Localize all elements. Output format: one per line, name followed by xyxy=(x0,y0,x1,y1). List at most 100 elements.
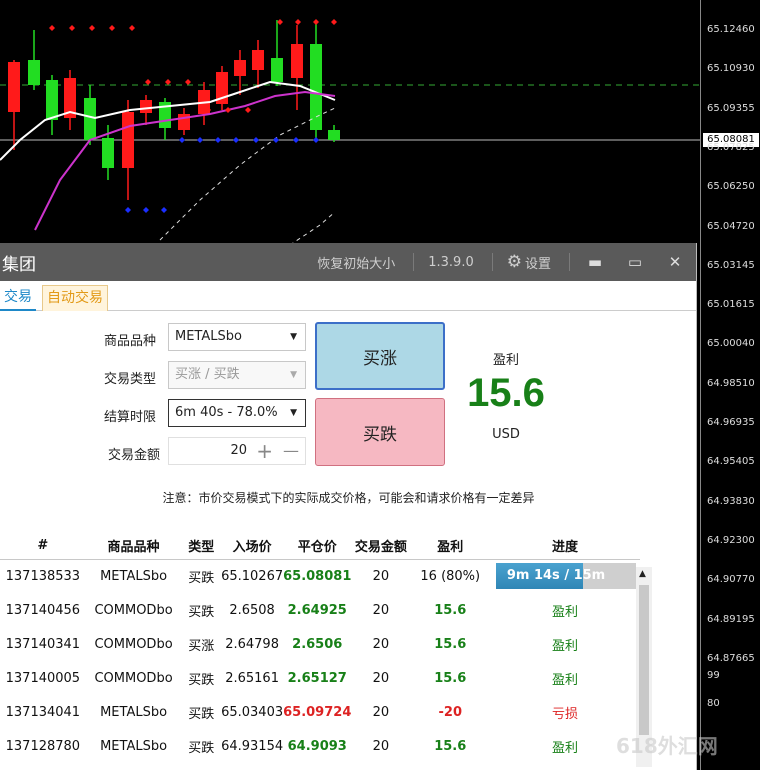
scroll-thumb[interactable] xyxy=(639,585,649,735)
resistance-dot xyxy=(69,25,75,31)
price-tick-label: 64.90770 xyxy=(707,574,755,586)
table-header-row: # 商品品种 类型 入场价 平仓价 交易金额 盈利 进度 xyxy=(0,533,640,560)
amount-input[interactable]: 20 + — xyxy=(168,437,306,465)
chevron-down-icon: ▼ xyxy=(290,408,297,418)
tab-auto-trade[interactable]: 自动交易 xyxy=(42,285,108,311)
titlebar-divider xyxy=(413,253,415,271)
trade-profit: 15.6 xyxy=(434,670,467,686)
resistance-dot xyxy=(165,79,171,85)
trade-product: METALSbo xyxy=(100,568,168,584)
trade-type-value: 买涨 / 买跌 xyxy=(175,367,240,382)
trade-close-price: 2.64925 xyxy=(287,602,347,618)
watermark: 618外汇网 xyxy=(616,734,718,758)
settings-button[interactable]: ⚙ 设置 xyxy=(507,252,551,272)
title-bar[interactable]: 集团 恢复初始大小 1.3.9.0 ⚙ 设置 ▬ ▭ ✕ xyxy=(0,243,696,281)
trade-entry-price: 2.65161 xyxy=(225,670,279,686)
profit-label: 盈利 xyxy=(492,353,519,368)
resistance-dot xyxy=(185,79,191,85)
tab-trade[interactable]: 交易 xyxy=(0,285,36,311)
column-header-id[interactable]: # xyxy=(0,533,86,560)
trade-entry-price: 2.64798 xyxy=(225,636,279,652)
plus-icon[interactable]: + xyxy=(256,438,273,464)
trade-type: 买跌 xyxy=(188,604,215,620)
resistance-dot xyxy=(331,19,337,25)
settings-label: 设置 xyxy=(524,256,551,272)
candle-body xyxy=(122,112,134,168)
table-row[interactable]: 137134041 METALSbo 买跌 65.03403 65.09724 20 -20… xyxy=(0,695,640,729)
buy-up-button[interactable]: 买涨 xyxy=(315,322,445,390)
support-dot xyxy=(125,207,131,213)
trade-product: COMMODbo xyxy=(94,670,173,686)
column-header-amount[interactable]: 交易金额 xyxy=(351,533,411,560)
trade-result: 盈利 xyxy=(552,672,579,688)
close-button[interactable]: ✕ xyxy=(664,253,686,271)
minus-icon[interactable]: — xyxy=(283,438,299,464)
table-row[interactable]: 137140456 COMMODbo 买跌 2.6508 2.64925 20 15.6 盈利 xyxy=(0,593,640,627)
trade-profit: 16 (80%) xyxy=(420,568,481,584)
column-header-profit[interactable]: 盈利 xyxy=(410,533,491,560)
candle-body xyxy=(46,80,58,120)
trade-id: 137134041 xyxy=(5,704,81,720)
price-tick-label: 64.87665 xyxy=(707,652,755,664)
support-dot xyxy=(197,137,203,143)
candle-body xyxy=(252,50,264,70)
trade-product: METALSbo xyxy=(100,704,168,720)
candle-body xyxy=(8,62,20,112)
trade-result: 亏损 xyxy=(552,706,579,722)
trade-profit: 15.6 xyxy=(434,738,467,754)
scroll-up-icon[interactable]: ▲ xyxy=(639,569,646,579)
price-tick-label: 65.06250 xyxy=(707,181,755,193)
resistance-dot xyxy=(313,19,319,25)
trade-close-price: 2.65127 xyxy=(287,670,347,686)
titlebar-divider xyxy=(569,253,570,271)
column-header-entry[interactable]: 入场价 xyxy=(221,533,284,560)
trade-profit: 15.6 xyxy=(434,636,467,652)
price-tick-label: 64.93830 xyxy=(707,495,755,507)
candlestick-chart xyxy=(0,19,700,245)
candle-body xyxy=(328,130,340,140)
column-header-close[interactable]: 平仓价 xyxy=(283,533,352,560)
trade-result: 盈利 xyxy=(552,638,579,654)
trade-product: COMMODbo xyxy=(94,602,173,618)
tab-bar: 交易 自动交易 xyxy=(0,281,696,311)
price-tick-label: 65.00040 xyxy=(707,338,755,350)
oscillator-tick-label: 80 xyxy=(707,698,720,709)
product-value: METALSbo xyxy=(175,329,242,344)
oscillator-tick-label: 99 xyxy=(707,670,720,681)
price-tick-label: 65.03145 xyxy=(707,259,755,271)
trade-progress-text: 9m 14s / 15m xyxy=(506,568,606,584)
trade-type-select[interactable]: 买涨 / 买跌 ▼ xyxy=(168,361,306,389)
restore-size-button[interactable]: 恢复初始大小 xyxy=(317,253,395,272)
trade-amount: 20 xyxy=(372,704,390,720)
resistance-dot xyxy=(129,25,135,31)
table-row[interactable]: 137140341 COMMODbo 买涨 2.64798 2.6506 20 15.6 盈利 xyxy=(0,627,640,661)
price-tick-label: 65.12460 xyxy=(707,24,755,35)
trades-table: # 商品品种 类型 入场价 平仓价 交易金额 盈利 进度 137138533 ME… xyxy=(0,533,640,763)
expiry-label: 结算时限 xyxy=(103,410,156,425)
support-dot xyxy=(313,137,319,143)
product-label: 商品品种 xyxy=(103,334,156,349)
column-header-type[interactable]: 类型 xyxy=(181,533,222,560)
table-row[interactable]: 137138533 METALSbo 买跌 65.10267 65.08081 20 16 … xyxy=(0,559,640,593)
support-dot xyxy=(273,137,279,143)
support-dot xyxy=(293,137,299,143)
column-header-product[interactable]: 商品品种 xyxy=(85,533,182,560)
trade-id: 137140005 xyxy=(5,670,81,686)
column-header-progress[interactable]: 进度 xyxy=(490,533,640,560)
buy-down-button[interactable]: 买跌 xyxy=(315,398,445,466)
trade-product: COMMODbo xyxy=(94,636,173,652)
version-label: 1.3.9.0 xyxy=(428,254,474,270)
expiry-select[interactable]: 6m 40s - 78.0% ▼ xyxy=(168,399,306,427)
table-row[interactable]: 137140005 COMMODbo 买跌 2.65161 2.65127 20 15.6 盈… xyxy=(0,661,640,695)
trade-close-price: 65.08081 xyxy=(283,568,352,584)
table-row[interactable]: 137128780 METALSbo 买跌 64.93154 64.9093 20 15.6… xyxy=(0,729,640,763)
trade-close-price: 2.6506 xyxy=(292,636,343,652)
amount-label: 交易金额 xyxy=(107,448,160,463)
minimize-icon: ▬ xyxy=(587,253,603,271)
product-select[interactable]: METALSbo ▼ xyxy=(168,323,306,351)
trade-type: 买跌 xyxy=(188,570,215,586)
minimize-button[interactable]: ▬ xyxy=(584,253,606,271)
chevron-down-icon: ▼ xyxy=(290,332,297,342)
maximize-button[interactable]: ▭ xyxy=(624,253,646,271)
expiry-value: 6m 40s - 78.0% xyxy=(175,405,278,420)
